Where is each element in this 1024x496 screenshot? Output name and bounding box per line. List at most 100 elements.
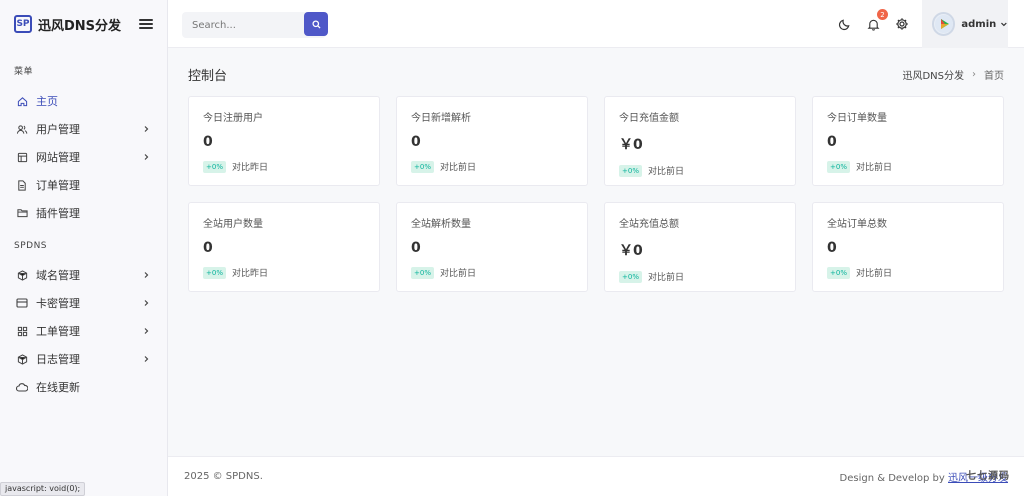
stat-card: 全站订单总数 0 +0% 对比前日	[812, 202, 1004, 292]
layout-icon	[16, 151, 28, 163]
sidebar-item-label: 订单管理	[36, 179, 80, 192]
stat-card: 全站用户数量 0 +0% 对比昨日	[188, 202, 380, 292]
breadcrumb: 迅风DNS分发 › 首页	[902, 67, 1004, 82]
sidebar-item-spdns-2[interactable]: 工单管理	[0, 317, 167, 345]
stat-card-footer: +0% 对比前日	[411, 266, 573, 279]
stat-card-footer: +0% 对比前日	[827, 160, 989, 173]
main-content: 控制台 迅风DNS分发 › 首页 今日注册用户 0 +0% 对比昨日 今日新增解析 0 +0…	[168, 48, 1024, 496]
search-input[interactable]	[182, 19, 300, 31]
compare-label: 对比昨日	[231, 163, 268, 173]
topbar: 2 admin	[168, 0, 1024, 48]
sidebar-item-main-0[interactable]: 主页	[0, 87, 167, 115]
stat-card: 今日充值金额 ￥0 +0% 对比前日	[604, 96, 796, 186]
compare-label: 对比前日	[855, 163, 892, 173]
stat-card-footer: +0% 对比昨日	[203, 160, 365, 173]
compare-label: 对比前日	[439, 269, 476, 279]
stat-card-title: 今日注册用户	[203, 113, 263, 124]
home-icon	[16, 95, 28, 107]
sidebar-item-label: 日志管理	[36, 353, 80, 366]
chevron-right-icon: ›	[972, 68, 976, 80]
change-badge: +0%	[827, 160, 850, 173]
moon-icon	[838, 19, 849, 30]
chevron-right-icon	[141, 354, 151, 364]
stat-card-value: 0	[827, 134, 837, 150]
users-icon	[16, 123, 28, 135]
stat-card-title: 今日订单数量	[827, 113, 887, 124]
footer: 2025 © SPDNS. Design & Develop by 迅风一级分发	[168, 456, 1024, 496]
brand-name[interactable]: 迅风DNS分发	[38, 15, 139, 34]
bell-icon	[867, 19, 879, 31]
box-icon	[16, 353, 28, 365]
stat-card: 今日新增解析 0 +0% 对比前日	[396, 96, 588, 186]
cloud-icon	[16, 381, 28, 393]
notification-badge: 2	[877, 9, 888, 20]
chevron-right-icon	[141, 298, 151, 308]
breadcrumb-root-link[interactable]: 迅风DNS分发	[902, 67, 964, 82]
change-badge: +0%	[827, 266, 850, 279]
status-bar: javascript: void(0);	[0, 482, 86, 496]
stat-card-title: 今日新增解析	[411, 113, 471, 124]
chevron-right-icon	[141, 326, 151, 336]
stat-card-value: 0	[411, 134, 421, 150]
avatar	[932, 12, 956, 36]
user-menu[interactable]: admin	[922, 0, 1008, 48]
copyright: 2025 © SPDNS.	[184, 471, 263, 482]
sidebar-item-label: 插件管理	[36, 207, 80, 220]
breadcrumb-current: 首页	[984, 70, 1004, 82]
sidebar-item-label: 在线更新	[36, 381, 80, 394]
stat-card-value: 0	[827, 240, 837, 256]
sidebar-item-main-4[interactable]: 插件管理	[0, 199, 167, 227]
chevron-right-icon	[141, 152, 151, 162]
stat-card-footer: +0% 对比前日	[827, 266, 989, 279]
stat-card-value: 0	[411, 240, 421, 256]
sidebar-item-spdns-0[interactable]: 域名管理	[0, 261, 167, 289]
sidebar-item-spdns-4[interactable]: 在线更新	[0, 373, 167, 401]
file-icon	[16, 179, 28, 191]
change-badge: +0%	[203, 266, 226, 279]
sidebar-item-label: 工单管理	[36, 325, 80, 338]
sidebar-item-spdns-3[interactable]: 日志管理	[0, 345, 167, 373]
hamburger-menu-icon[interactable]	[139, 19, 153, 29]
change-badge: +0%	[411, 266, 434, 279]
stat-card-value: 0	[203, 240, 213, 256]
stat-card-title: 今日充值金额	[619, 113, 679, 124]
menu-section-label: 菜单	[14, 67, 34, 77]
menu-group-spdns: 域名管理卡密管理工单管理日志管理在线更新	[0, 261, 167, 401]
notifications-button[interactable]: 2	[865, 9, 888, 32]
page-header: 控制台 迅风DNS分发 › 首页	[188, 64, 1004, 84]
sidebar-item-main-1[interactable]: 用户管理	[0, 115, 167, 143]
stat-card-value: ￥0	[619, 137, 643, 153]
sidebar-item-main-3[interactable]: 订单管理	[0, 171, 167, 199]
stat-card-footer: +0% 对比前日	[619, 270, 781, 283]
stat-card-title: 全站订单总数	[827, 219, 887, 230]
sidebar-item-label: 主页	[36, 95, 58, 108]
page-title: 控制台	[188, 68, 228, 84]
stat-card-footer: +0% 对比前日	[411, 160, 573, 173]
settings-button[interactable]	[894, 16, 910, 32]
stat-card-title: 全站用户数量	[203, 219, 263, 230]
compare-label: 对比前日	[647, 273, 684, 283]
search-button[interactable]	[304, 12, 328, 36]
sidebar: SP 迅风DNS分发 菜单 主页 用户管理 网站管理 订单管理 插件管理 SPDNS 域…	[0, 0, 168, 496]
sidebar-item-main-2[interactable]: 网站管理	[0, 143, 167, 171]
folder-icon	[16, 207, 28, 219]
chevron-right-icon	[141, 124, 151, 134]
chevron-right-icon	[141, 270, 151, 280]
play-logo-icon	[935, 15, 953, 33]
change-badge: +0%	[619, 270, 642, 283]
dark-mode-toggle[interactable]	[836, 16, 852, 32]
brand: SP 迅风DNS分发	[0, 0, 167, 48]
sidebar-item-label: 卡密管理	[36, 297, 80, 310]
sidebar-item-label: 网站管理	[36, 151, 80, 164]
user-name: admin	[961, 18, 997, 30]
sidebar-item-label: 域名管理	[36, 269, 80, 282]
change-badge: +0%	[619, 164, 642, 177]
stat-card-value: 0	[203, 134, 213, 150]
stat-card-value: ￥0	[619, 243, 643, 259]
grid-icon	[16, 325, 28, 337]
sidebar-item-spdns-1[interactable]: 卡密管理	[0, 289, 167, 317]
brand-logo[interactable]: SP	[14, 15, 32, 33]
stat-card-title: 全站解析数量	[411, 219, 471, 230]
cube-icon	[16, 269, 28, 281]
stat-card: 全站解析数量 0 +0% 对比前日	[396, 202, 588, 292]
